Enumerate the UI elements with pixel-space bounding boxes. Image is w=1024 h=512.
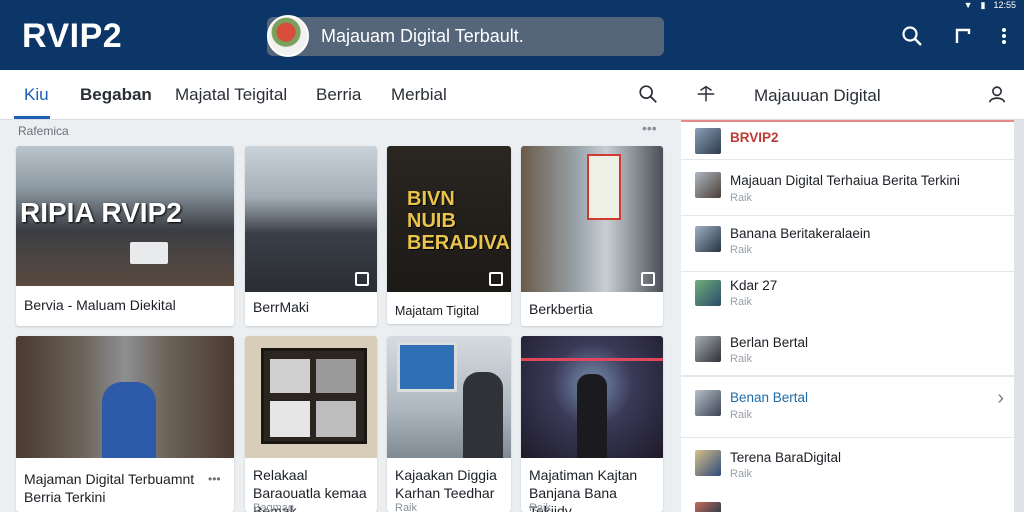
side-item-subtitle: Raik — [730, 244, 753, 256]
card-thumbnail: RIPIA RVIP2 — [16, 146, 234, 286]
tab-kiu[interactable]: Kiu — [24, 85, 49, 105]
search-bar[interactable]: Majauam Digital Terbault. — [267, 14, 664, 57]
side-item-subtitle: Raik — [730, 409, 753, 421]
side-item-thumbnail-partial — [695, 502, 721, 512]
tab-search-icon[interactable] — [636, 83, 660, 107]
side-item-thumbnail — [695, 128, 721, 154]
status-bar: ▼ ▮ 12:55 — [964, 0, 1016, 10]
side-list-item[interactable]: Majauan Digital Terhaiua Berita Terkini … — [681, 160, 1014, 216]
side-item-title: Kdar 27 — [730, 278, 778, 293]
news-card[interactable]: RIPIA RVIP2 Bervia - Maluam Diekital — [16, 146, 234, 326]
news-card[interactable]: Majatiman Kajtan Banjana Bana Tekiidy Ra… — [521, 336, 663, 512]
side-item-subtitle: Raik — [730, 296, 753, 308]
app-root: ▼ ▮ 12:55 RVIP2 Majauam Digital Terbault… — [0, 0, 1024, 512]
light-strip-graphic — [521, 358, 663, 361]
section-label: Rafemica — [18, 124, 69, 138]
photo-frame-graphic — [261, 348, 367, 444]
card-title: BerrMaki — [253, 299, 310, 315]
person-graphic — [102, 382, 156, 458]
card-thumbnail — [521, 336, 663, 458]
card-more-icon[interactable]: ••• — [208, 472, 221, 486]
news-card[interactable]: BerrMaki — [245, 146, 377, 326]
person-graphic — [463, 372, 503, 458]
side-item-title: Terena BaraDigital — [730, 450, 842, 465]
card-subtitle: Raik — [529, 502, 552, 512]
card-subtitle: Raik — [395, 502, 418, 512]
top-app-bar: ▼ ▮ 12:55 RVIP2 Majauam Digital Terbault… — [0, 0, 1024, 70]
app-logo[interactable]: RVIP2 — [22, 17, 122, 56]
thumbnail-overlay-text: RIPIA RVIP2 — [20, 197, 182, 228]
wifi-icon: ▼ — [963, 0, 973, 10]
pin-icon[interactable] — [694, 83, 718, 107]
side-item-thumbnail — [695, 390, 721, 416]
side-item-title: Berlan Bertal — [730, 335, 809, 350]
side-panel-title: Majauuan Digital — [754, 86, 881, 105]
card-title: Majatam Tigital — [395, 304, 480, 318]
card-thumbnail — [245, 146, 377, 292]
side-list-item[interactable]: Berlan Bertal Raik — [681, 328, 1014, 376]
side-item-title: BRVIP2 — [730, 130, 779, 145]
side-list-item[interactable]: BRVIP2 — [681, 122, 1014, 160]
search-avatar-icon — [267, 14, 309, 57]
battery-icon: ▮ — [980, 0, 986, 10]
side-item-subtitle: Raik — [730, 353, 753, 365]
side-list-item[interactable]: Banana Beritakeralaein Raik — [681, 216, 1014, 272]
side-item-title: Banana Beritakeralaein — [730, 226, 871, 241]
video-badge-icon — [641, 272, 655, 286]
tab-berria[interactable]: Berria — [316, 85, 361, 105]
card-thumbnail — [521, 146, 663, 292]
side-item-thumbnail — [695, 336, 721, 362]
card-thumbnail — [245, 336, 377, 458]
news-card[interactable]: Majaman Digital Terbuamnt Berria Terkini… — [16, 336, 234, 512]
video-badge-icon — [489, 272, 503, 286]
tab-merbial[interactable]: Merbial — [391, 85, 447, 105]
thumbnail-overlay-text: BIVN NUIB BERADIVAL — [407, 188, 511, 254]
search-text: Majauam Digital Terbault. — [321, 26, 524, 46]
side-item-title: Benan Bertal — [730, 390, 809, 405]
person-graphic — [577, 374, 607, 458]
side-item-subtitle: Raik — [730, 192, 753, 204]
card-thumbnail — [387, 336, 511, 458]
side-list-item-selected[interactable]: Benan Bertal Raik › — [681, 376, 1014, 438]
music-note-icon[interactable] — [951, 24, 975, 48]
side-item-thumbnail — [695, 172, 721, 198]
side-panel-scroll-strip — [1014, 120, 1024, 512]
card-thumbnail — [16, 336, 234, 458]
chevron-right-icon[interactable]: › — [997, 387, 1004, 410]
side-item-thumbnail — [695, 226, 721, 252]
news-card[interactable]: Relakaal Baraouatla kemaa Bemak Bagmag — [245, 336, 377, 512]
status-time: 12:55 — [993, 0, 1016, 10]
card-subtitle: Bagmag — [253, 502, 294, 512]
side-list-item[interactable]: Kdar 27 Raik — [681, 272, 1014, 328]
news-card[interactable]: Berkbertia — [521, 146, 663, 326]
card-title: Berkbertia — [529, 301, 593, 317]
tab-bar: Kiu Begaban Majatal Teigital Berria Merb… — [0, 70, 1024, 120]
news-card[interactable]: BIVN NUIB BERADIVAL Majatam Tigital — [387, 146, 511, 324]
side-item-thumbnail — [695, 450, 721, 476]
poster-graphic — [587, 154, 621, 220]
side-list-item[interactable]: Terena BaraDigital Raik — [681, 438, 1014, 498]
account-icon[interactable] — [985, 83, 1009, 107]
section-more-icon[interactable]: ••• — [642, 120, 657, 136]
side-panel: BRVIP2 Majauan Digital Terhaiua Berita T… — [681, 120, 1014, 512]
card-title: Majaman Digital Terbuamnt Berria Terkini — [24, 471, 195, 505]
tab-majatal-teigital[interactable]: Majatal Teigital — [175, 85, 287, 105]
screen-graphic — [397, 342, 457, 392]
side-item-thumbnail — [695, 280, 721, 306]
search-icon[interactable] — [900, 24, 924, 48]
side-item-title: Majauan Digital Terhaiua Berita Terkini — [730, 173, 960, 188]
tab-begaban[interactable]: Begaban — [80, 85, 152, 105]
card-title: Kajaakan Diggia Karhan Teedhar — [395, 467, 497, 501]
more-vert-icon[interactable] — [992, 24, 1016, 48]
card-title: Bervia - Maluam Diekital — [24, 297, 176, 313]
card-thumbnail: BIVN NUIB BERADIVAL — [387, 146, 511, 292]
tablet-graphic — [130, 242, 168, 264]
side-item-subtitle: Raik — [730, 468, 753, 480]
video-badge-icon — [355, 272, 369, 286]
active-tab-indicator — [14, 116, 50, 119]
news-card[interactable]: Kajaakan Diggia Karhan Teedhar Raik — [387, 336, 511, 512]
